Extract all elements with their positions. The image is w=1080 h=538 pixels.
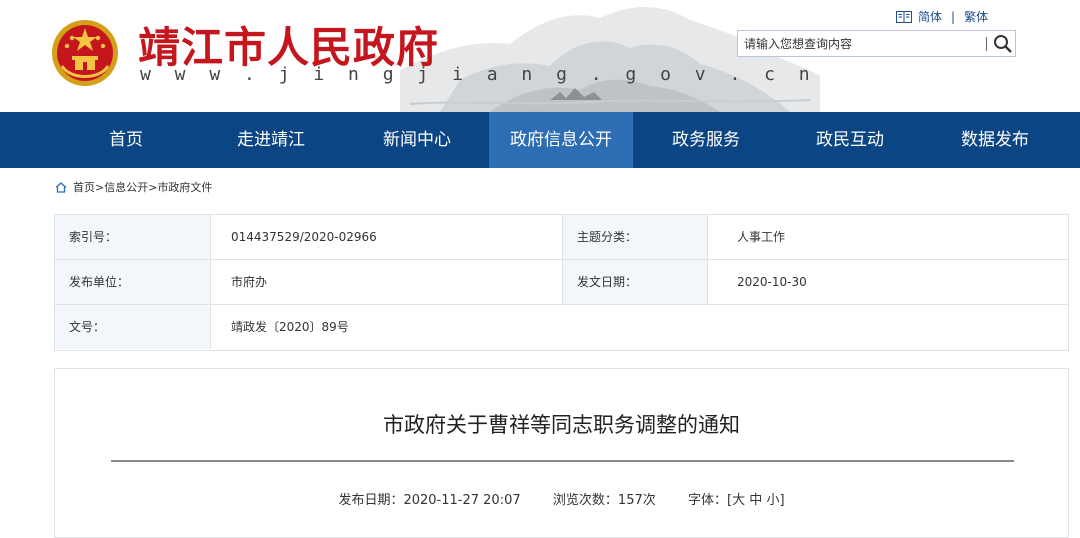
nav-item-news[interactable]: 新闻中心 bbox=[368, 112, 466, 168]
breadcrumb: 首页 > 信息公开 > 市政府文件 bbox=[55, 179, 212, 195]
nav-item-services[interactable]: 政务服务 bbox=[658, 112, 754, 168]
nav-item-interaction[interactable]: 政民互动 bbox=[802, 112, 898, 168]
views-label: 浏览次数： bbox=[552, 493, 618, 508]
font-bracket-close: ] bbox=[779, 493, 785, 508]
publish-date-label: 发布日期： bbox=[338, 493, 404, 508]
font-size-label: 字体： bbox=[688, 493, 728, 508]
doc-number-label: 文号： bbox=[55, 305, 210, 349]
cell-divider bbox=[707, 260, 708, 304]
nav-item-about[interactable]: 走进靖江 bbox=[222, 112, 320, 168]
doc-date-value: 2020-10-30 bbox=[737, 275, 807, 289]
breadcrumb-info-public[interactable]: 信息公开 bbox=[104, 179, 148, 195]
font-size-large-button[interactable]: 大 bbox=[732, 489, 745, 508]
font-size-small-button[interactable]: 小 bbox=[766, 489, 779, 508]
article-panel: 市政府关于曹祥等同志职务调整的通知 发布日期：2020-11-27 20:07 … bbox=[54, 368, 1069, 538]
font-size-medium-button[interactable]: 中 bbox=[749, 489, 762, 508]
article-title: 市政府关于曹祥等同志职务调整的通知 bbox=[383, 413, 740, 437]
search-divider bbox=[986, 37, 987, 51]
publisher-label: 发布单位： bbox=[55, 260, 210, 304]
index-label: 索引号： bbox=[55, 215, 210, 259]
nav-item-home[interactable]: 首页 bbox=[90, 112, 162, 168]
cell-divider bbox=[210, 305, 211, 349]
meta-row: 发布单位： 市府办 发文日期： 2020-10-30 bbox=[55, 260, 1068, 305]
breadcrumb-city-docs[interactable]: 市政府文件 bbox=[157, 179, 212, 195]
views-count: 157次 bbox=[617, 493, 656, 508]
site-header: 靖江市人民政府 w w w . j i n g j i a n g . g o … bbox=[0, 0, 1080, 112]
home-icon bbox=[55, 181, 67, 193]
language-switcher: 简体 | 繁体 bbox=[896, 8, 988, 25]
doc-number-value: 靖政发〔2020〕89号 bbox=[231, 320, 349, 334]
publish-date-value: 2020-11-27 20:07 bbox=[403, 493, 521, 508]
document-meta-table: 索引号： 014437529/2020-02966 主题分类： 人事工作 发布单… bbox=[54, 214, 1069, 351]
national-emblem-icon bbox=[52, 20, 118, 86]
cell-divider bbox=[210, 215, 211, 259]
article-info-bar: 发布日期：2020-11-27 20:07 浏览次数：157次 字体：[大 中 … bbox=[55, 489, 1068, 508]
search-input[interactable] bbox=[738, 31, 988, 56]
site-url: w w w . j i n g j i a n g . g o v . c n bbox=[140, 64, 817, 85]
breadcrumb-separator: > bbox=[95, 180, 105, 194]
search-box bbox=[737, 30, 1016, 57]
nav-item-data[interactable]: 数据发布 bbox=[946, 112, 1044, 168]
publisher-value: 市府办 bbox=[231, 275, 268, 289]
topic-value: 人事工作 bbox=[737, 230, 786, 244]
lang-simplified-link[interactable]: 简体 bbox=[918, 8, 942, 25]
nav-item-gov-info[interactable]: 政府信息公开 bbox=[489, 112, 633, 168]
main-nav: 首页 走进靖江 新闻中心 政府信息公开 政务服务 政民互动 数据发布 bbox=[0, 112, 1080, 168]
title-divider bbox=[111, 460, 1014, 462]
search-icon[interactable] bbox=[990, 32, 1016, 56]
lang-separator: | bbox=[951, 9, 956, 24]
lang-traditional-link[interactable]: 繁体 bbox=[964, 8, 988, 25]
meta-row: 文号： 靖政发〔2020〕89号 bbox=[55, 305, 1068, 350]
meta-row: 索引号： 014437529/2020-02966 主题分类： 人事工作 bbox=[55, 215, 1068, 260]
doc-date-label: 发文日期： bbox=[563, 260, 707, 304]
breadcrumb-separator: > bbox=[148, 180, 158, 194]
breadcrumb-home[interactable]: 首页 bbox=[73, 179, 95, 195]
cell-divider bbox=[210, 260, 211, 304]
cell-divider bbox=[707, 215, 708, 259]
index-value: 014437529/2020-02966 bbox=[231, 230, 377, 244]
book-icon bbox=[896, 10, 912, 23]
topic-label: 主题分类： bbox=[563, 215, 707, 259]
